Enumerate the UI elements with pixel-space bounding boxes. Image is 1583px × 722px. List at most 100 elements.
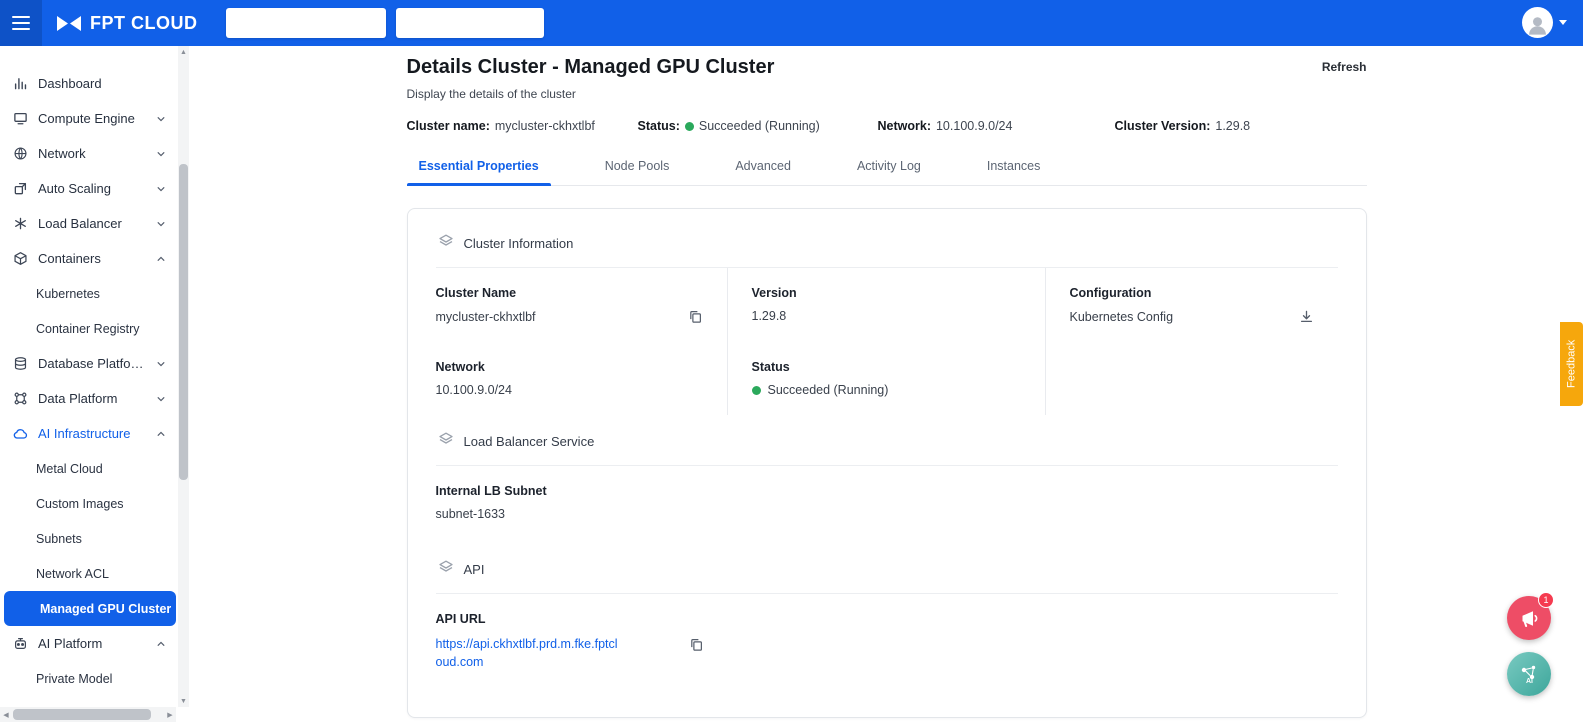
sidebar-horizontal-scrollbar[interactable]: ◀ ▶ (0, 707, 176, 722)
sidebar-item-dashboard[interactable]: Dashboard (0, 66, 176, 101)
sidebar-item-label: Dashboard (38, 76, 168, 91)
sidebar-item-label: AI Infrastructure (38, 426, 144, 441)
summary-network: Network: 10.100.9.0/24 (878, 119, 1115, 133)
topbar-selector-1[interactable] (226, 8, 386, 38)
section-api: API (436, 543, 1338, 594)
sidebar-item-container-registry[interactable]: Container Registry (0, 311, 176, 346)
sidebar-item-label: Managed GPU Cluster (40, 602, 171, 616)
section-title: Load Balancer Service (464, 434, 595, 449)
tab-node-pools[interactable]: Node Pools (593, 159, 682, 185)
scroll-right-arrow[interactable]: ▶ (164, 707, 176, 722)
layers-icon (438, 431, 454, 452)
hamburger-icon (12, 16, 30, 30)
scroll-down-arrow[interactable]: ▼ (178, 695, 189, 707)
sidebar-item-managed-gpu-cluster[interactable]: Managed GPU Cluster beta (4, 591, 176, 626)
sidebar-item-database-platform[interactable]: Database Platform (0, 346, 176, 381)
compute-engine-icon (12, 111, 28, 127)
cluster-information-grid: Cluster Name mycluster-ckhxtlbf Version … (436, 268, 1338, 415)
sidebar-item-label: Container Registry (36, 322, 168, 336)
ai-infrastructure-cloud-icon (12, 426, 28, 442)
chevron-up-icon (154, 427, 168, 441)
tab-bar: Essential Properties Node Pools Advanced… (407, 159, 1367, 186)
details-card: Cluster Information Cluster Name myclust… (407, 208, 1367, 718)
download-icon[interactable] (1299, 309, 1314, 324)
brand-logo[interactable]: FPT CLOUD (56, 13, 198, 34)
sidebar-item-data-platform[interactable]: Data Platform (0, 381, 176, 416)
cluster-summary-bar: Cluster name: mycluster-ckhxtlbf Status:… (407, 119, 1367, 133)
scroll-up-arrow[interactable]: ▲ (178, 46, 189, 58)
scroll-left-arrow[interactable]: ◀ (0, 707, 12, 722)
feedback-tab[interactable]: Feedback (1560, 322, 1583, 406)
topbar: FPT CLOUD (0, 0, 1583, 46)
sidebar-item-network[interactable]: Network (0, 136, 176, 171)
chevron-down-icon (154, 112, 168, 126)
sidebar-item-ai-infrastructure[interactable]: AI Infrastructure (0, 416, 176, 451)
status-dot-icon (685, 122, 694, 131)
brand-text: FPT CLOUD (90, 13, 198, 34)
database-icon (12, 356, 28, 372)
announcements-button[interactable]: 1 (1507, 596, 1551, 640)
field-version: Version 1.29.8 (728, 268, 1046, 342)
tab-advanced[interactable]: Advanced (723, 159, 803, 185)
chevron-down-icon (154, 147, 168, 161)
chevron-up-icon (154, 637, 168, 651)
sidebar-item-custom-images[interactable]: Custom Images (0, 486, 176, 521)
sidebar-item-label: Auto Scaling (38, 181, 144, 196)
chevron-down-icon (1559, 20, 1567, 25)
sidebar-item-label: Containers (38, 251, 144, 266)
section-load-balancer-service: Load Balancer Service (436, 415, 1338, 466)
chevron-down-icon (154, 392, 168, 406)
sidebar-item-compute-engine[interactable]: Compute Engine (0, 101, 176, 136)
horizontal-scrollbar-thumb[interactable] (13, 709, 151, 720)
tab-instances[interactable]: Instances (975, 159, 1053, 185)
sidebar-item-label: Database Platform (38, 356, 144, 371)
containers-cube-icon (12, 251, 28, 267)
sidebar-item-containers[interactable]: Containers (0, 241, 176, 276)
field-internal-lb-subnet: Internal LB Subnet subnet-1633 (436, 466, 1338, 543)
chevron-down-icon (154, 217, 168, 231)
field-empty (1046, 342, 1338, 415)
sidebar-item-ai-platform[interactable]: AI Platform (0, 626, 176, 661)
hamburger-menu-button[interactable] (0, 0, 42, 46)
sidebar-item-metal-cloud[interactable]: Metal Cloud (0, 451, 176, 486)
summary-status: Status: Succeeded (Running) (638, 119, 878, 133)
layers-icon (438, 559, 454, 580)
copy-icon[interactable] (689, 637, 704, 652)
user-avatar-icon (1522, 7, 1553, 38)
sidebar-item-network-acl[interactable]: Network ACL (0, 556, 176, 591)
sidebar-item-auto-scaling[interactable]: Auto Scaling (0, 171, 176, 206)
sidebar-item-label: Private Model (36, 672, 168, 686)
api-url-link[interactable]: https://api.ckhxtlbf.prd.m.fke.fptcloud.… (436, 635, 621, 671)
sidebar-item-kubernetes[interactable]: Kubernetes (0, 276, 176, 311)
ai-platform-robot-icon (12, 636, 28, 652)
ai-assistant-icon: AI (1517, 662, 1541, 686)
sidebar-item-label: Kubernetes (36, 287, 168, 301)
sidebar-item-load-balancer[interactable]: Load Balancer (0, 206, 176, 241)
section-cluster-information: Cluster Information (436, 217, 1338, 268)
status-dot-icon (752, 386, 761, 395)
chevron-down-icon (154, 357, 168, 371)
sidebar-item-label: AI Platform (38, 636, 144, 651)
dashboard-icon (12, 76, 28, 92)
sidebar-item-label: Compute Engine (38, 111, 144, 126)
section-title: Cluster Information (464, 236, 574, 251)
refresh-button[interactable]: Refresh (1322, 56, 1367, 74)
tab-essential-properties[interactable]: Essential Properties (407, 159, 551, 185)
field-cluster-name: Cluster Name mycluster-ckhxtlbf (436, 268, 728, 342)
sidebar-item-label: Metal Cloud (36, 462, 168, 476)
vertical-scrollbar-thumb[interactable] (179, 164, 188, 480)
notification-badge: 1 (1538, 592, 1554, 608)
tab-activity-log[interactable]: Activity Log (845, 159, 933, 185)
sidebar-item-private-model[interactable]: Private Model (0, 661, 176, 696)
field-configuration: Configuration Kubernetes Config (1046, 268, 1338, 342)
user-menu[interactable] (1522, 7, 1567, 38)
topbar-selector-2[interactable] (396, 8, 544, 38)
page-subtitle: Display the details of the cluster (407, 87, 775, 101)
sidebar-vertical-scrollbar[interactable]: ▲ ▼ (178, 46, 189, 707)
sidebar-item-subnets[interactable]: Subnets (0, 521, 176, 556)
copy-icon[interactable] (688, 309, 703, 324)
sidebar: Dashboard Compute Engine Network Auto Sc… (0, 46, 176, 707)
field-network: Network 10.100.9.0/24 (436, 342, 728, 415)
ai-assistant-button[interactable]: AI (1507, 652, 1551, 696)
app-window: FPT CLOUD Dashboard Compute Engine (0, 0, 1583, 722)
